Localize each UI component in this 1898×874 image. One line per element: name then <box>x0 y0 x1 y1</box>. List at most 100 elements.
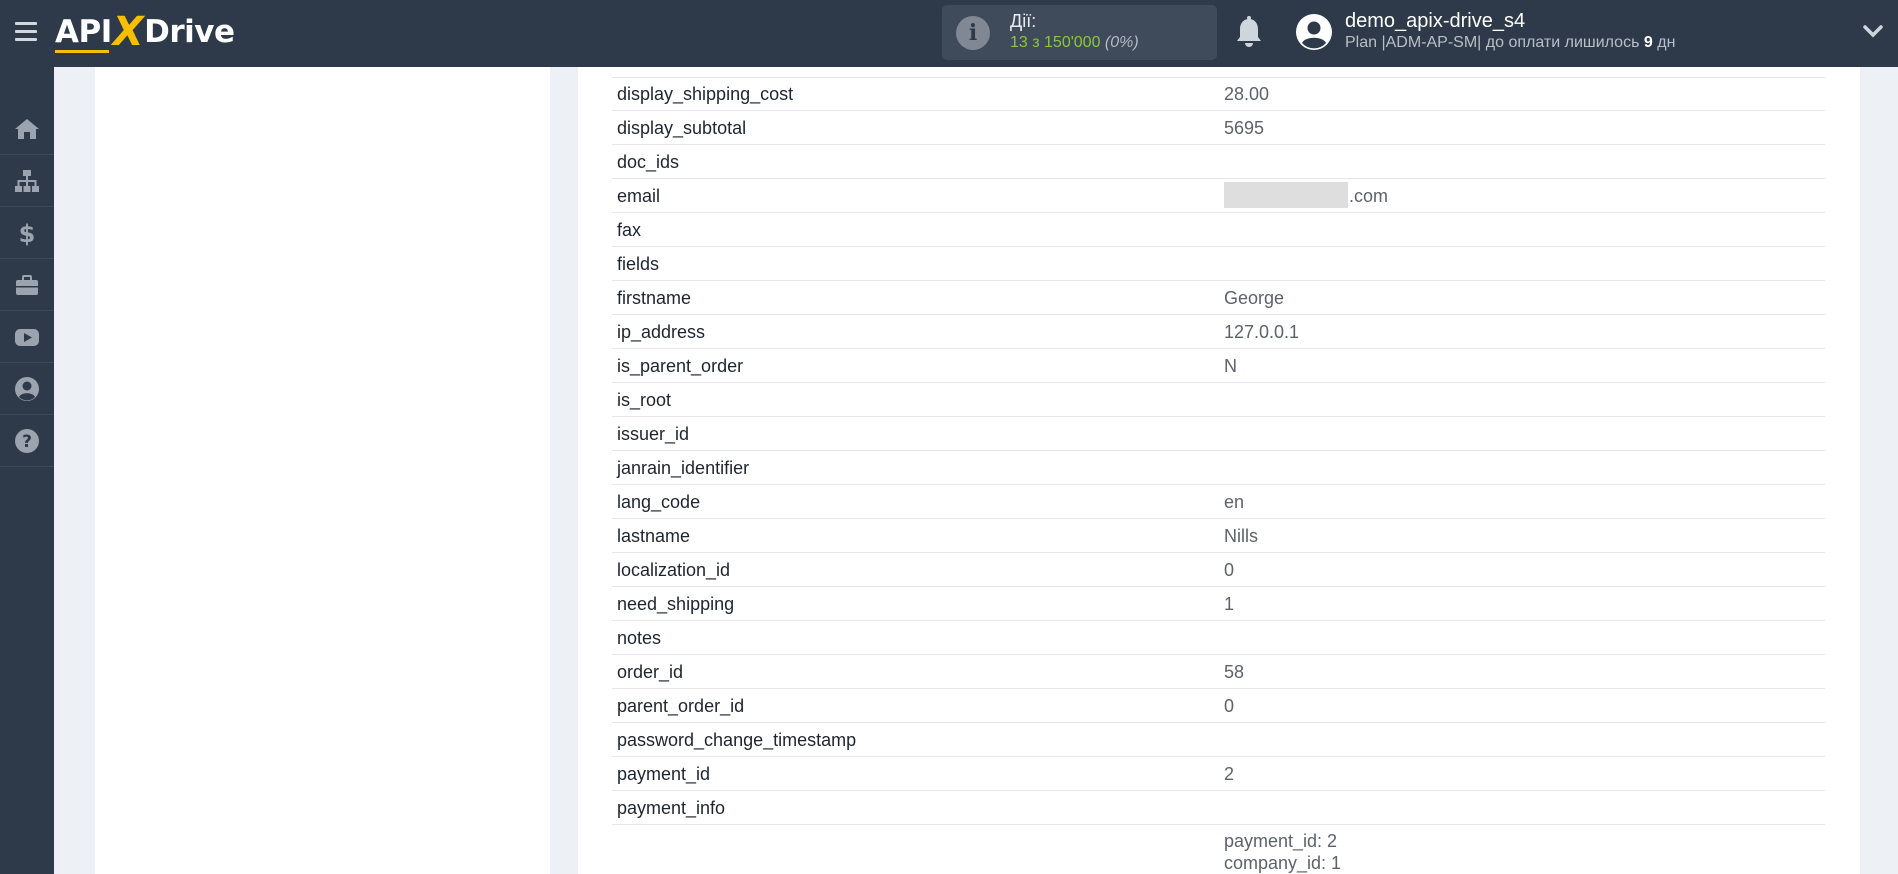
table-row: is_root <box>612 383 1825 417</box>
table-row: display_subtotal 5695 <box>612 111 1825 145</box>
table-row: firstname George <box>612 281 1825 315</box>
table-row: payment_info <box>612 791 1825 825</box>
sidebar-item-connections[interactable] <box>0 155 54 207</box>
user-circle-icon <box>15 376 39 401</box>
field-key: firstname <box>617 288 692 308</box>
bell-icon[interactable] <box>1233 16 1265 50</box>
left-panel <box>95 67 550 874</box>
hamburger-menu-icon[interactable] <box>15 22 37 42</box>
field-value: 0 <box>1224 696 1235 716</box>
field-key: password_change_timestamp <box>617 730 857 750</box>
sidebar-item-help[interactable]: ? <box>0 415 54 467</box>
info-icon: i <box>956 16 990 50</box>
field-key: fields <box>617 254 660 274</box>
field-key: lastname <box>617 526 691 546</box>
avatar[interactable] <box>1296 14 1332 50</box>
svg-text:$: $ <box>19 220 36 246</box>
field-value: 2 <box>1224 764 1235 784</box>
field-key: localization_id <box>617 560 731 580</box>
table-row: lastname Nills <box>612 519 1825 553</box>
email-domain: .com <box>1349 186 1389 206</box>
table-row: fields <box>612 247 1825 281</box>
table-row: display_shipping_cost 28.00 <box>612 77 1825 111</box>
field-key: is_parent_order <box>617 356 744 376</box>
field-key: janrain_identifier <box>617 458 750 478</box>
top-bar: API X Drive i Дії: 13 з 150'000 (0%) demo_… <box>0 0 1898 67</box>
field-value: 28.00 <box>1224 84 1270 104</box>
home-icon <box>15 118 39 139</box>
field-key: notes <box>617 628 662 648</box>
actions-counter[interactable]: i Дії: 13 з 150'000 (0%) <box>942 5 1217 60</box>
table-row: is_parent_order N <box>612 349 1825 383</box>
redacted-email-block <box>1224 182 1348 209</box>
field-value: Nills <box>1224 526 1258 546</box>
field-value: N <box>1224 356 1237 376</box>
user-plan: Plan |ADM-AP-SM| до оплати лишилось 9 дн <box>1345 34 1675 52</box>
field-value: 58 <box>1224 662 1245 682</box>
table-row: password_change_timestamp <box>612 723 1825 757</box>
field-key: ip_address <box>617 322 706 342</box>
field-key: payment_info <box>617 798 726 818</box>
table-row: email .com <box>612 179 1825 213</box>
actions-percent: (0%) <box>1104 34 1139 51</box>
field-key: issuer_id <box>617 424 690 444</box>
sidebar: $ ? <box>0 67 54 874</box>
field-key: need_shipping <box>617 594 735 614</box>
field-key: lang_code <box>617 492 701 512</box>
sidebar-item-home[interactable] <box>0 103 54 155</box>
plan-days: 9 <box>1643 34 1653 51</box>
field-key: doc_ids <box>617 152 680 172</box>
field-key: display_shipping_cost <box>617 84 794 104</box>
plan-unit: дн <box>1657 34 1676 51</box>
field-value: 127.0.0.1 <box>1224 322 1300 342</box>
fields-table: display_shipping_cost 28.00 display_subtot… <box>612 77 1825 825</box>
field-key: email <box>617 186 661 206</box>
dollar-icon: $ <box>19 220 36 246</box>
sidebar-item-video[interactable] <box>0 311 54 363</box>
table-row: lang_code en <box>612 485 1825 519</box>
actions-count: 13 з 150'000 (0%) <box>1010 34 1139 52</box>
field-value: en <box>1224 492 1245 512</box>
sidebar-item-account[interactable] <box>0 363 54 415</box>
table-row: order_id 58 <box>612 655 1825 689</box>
table-row: ip_address 127.0.0.1 <box>612 315 1825 349</box>
field-key: payment_id <box>617 764 711 784</box>
logo-underline <box>55 50 109 53</box>
sidebar-item-services[interactable] <box>0 259 54 311</box>
field-value: .com <box>1224 182 1389 209</box>
actions-count-value: 13 з 150'000 <box>1010 34 1101 51</box>
sidebar-item-billing[interactable]: $ <box>0 207 54 259</box>
field-value: 0 <box>1224 560 1235 580</box>
help-icon: ? <box>15 428 39 453</box>
logo-text-x: X <box>112 9 144 55</box>
table-row: payment_id 2 <box>612 757 1825 791</box>
table-row: need_shipping 1 <box>612 587 1825 621</box>
plan-text: Plan |ADM-AP-SM| до оплати лишилось <box>1345 34 1640 51</box>
logo-text-left: API <box>55 14 112 50</box>
table-row: parent_order_id 0 <box>612 689 1825 723</box>
table-row: notes <box>612 621 1825 655</box>
user-name[interactable]: demo_apix-drive_s4 <box>1345 10 1525 33</box>
field-value: George <box>1224 288 1285 308</box>
field-value: 1 <box>1224 594 1235 614</box>
youtube-icon <box>15 328 39 346</box>
chevron-down-icon[interactable] <box>1862 23 1884 39</box>
table-row: janrain_identifier <box>612 451 1825 485</box>
apix-drive-logo[interactable]: API X Drive <box>55 8 235 56</box>
field-key: is_root <box>617 390 672 410</box>
field-key: fax <box>617 220 642 240</box>
table-row: doc_ids <box>612 145 1825 179</box>
table-row: fax <box>612 213 1825 247</box>
sitemap-icon <box>15 169 39 192</box>
svg-text:?: ? <box>22 432 32 452</box>
field-value: 5695 <box>1224 118 1265 138</box>
briefcase-icon <box>16 274 38 295</box>
table-row: localization_id 0 <box>612 553 1825 587</box>
payment-info-line: company_id: 1 <box>1224 853 1342 873</box>
logo-text-right: Drive <box>144 14 235 50</box>
table-row: issuer_id <box>612 417 1825 451</box>
field-key: display_subtotal <box>617 118 747 138</box>
field-key: parent_order_id <box>617 696 745 716</box>
field-key: order_id <box>617 662 684 682</box>
actions-label: Дії: <box>1010 11 1037 31</box>
